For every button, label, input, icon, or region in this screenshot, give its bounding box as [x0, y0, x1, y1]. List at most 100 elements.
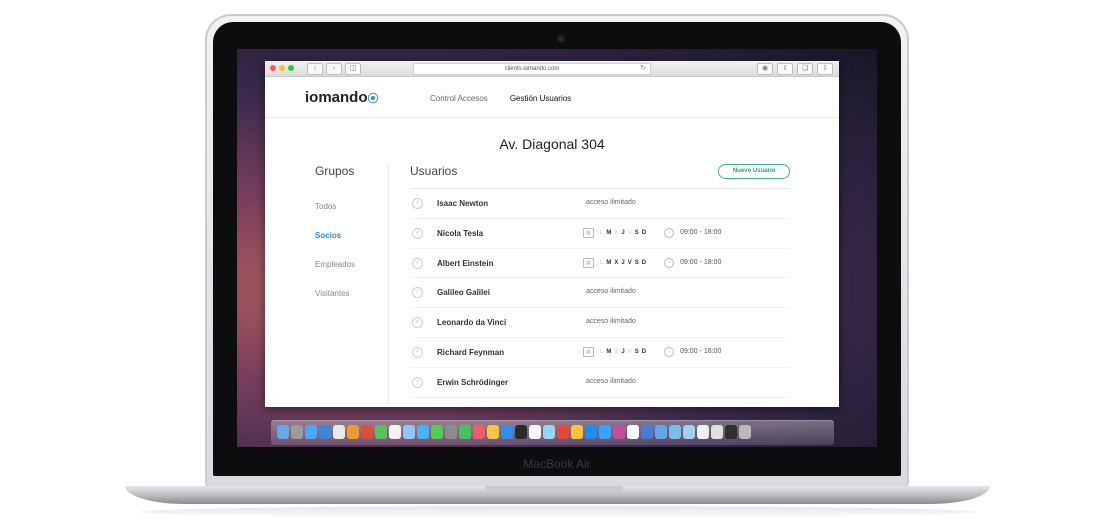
sidebar-divider	[388, 164, 389, 404]
check-icon[interactable]: ✓	[412, 198, 423, 209]
dock-app-icon[interactable]	[557, 425, 569, 439]
new-user-button[interactable]: Nuevo Usuario	[718, 164, 790, 179]
model-label: MacBook Air	[523, 457, 591, 471]
dock-app-icon[interactable]	[683, 425, 695, 439]
dock	[271, 420, 834, 445]
sidebar-title: Grupos	[315, 164, 355, 178]
dock-app-icon[interactable]	[445, 425, 457, 439]
minimize-window-button[interactable]	[279, 65, 285, 71]
dock-app-icon[interactable]	[473, 425, 485, 439]
check-icon[interactable]: ✓	[412, 257, 423, 269]
share-icon[interactable]: ⇧	[777, 63, 793, 75]
weekdays: LMXJVSD	[600, 260, 646, 266]
dock-app-icon[interactable]	[655, 425, 667, 439]
dock-app-icon[interactable]	[417, 425, 429, 439]
weekday-V: V	[627, 259, 632, 266]
nav-control-accesos[interactable]: Control Accesos	[430, 94, 488, 103]
user-name: Leonardo da Vinci	[437, 318, 507, 328]
desktop-screen: ‹ › ◫ clients.iomando.com ↻ ◉ ⇧ ❏ ⇩ ioma…	[237, 49, 877, 447]
dock-app-icon[interactable]	[389, 425, 401, 439]
camera	[556, 34, 566, 44]
dock-app-icon[interactable]	[347, 425, 359, 439]
dock-app-icon[interactable]	[543, 425, 555, 439]
groups-sidebar: Grupos Todos Socios Empleados Visitantes	[315, 164, 388, 308]
download-icon[interactable]: ⇩	[817, 63, 833, 75]
dock-app-icon[interactable]	[627, 425, 639, 439]
nav-gestion-usuarios[interactable]: Gestión Usuarios	[510, 94, 571, 103]
clock-icon: ◔	[664, 257, 675, 268]
close-window-button[interactable]	[270, 65, 276, 71]
calendar-icon: ▦	[583, 227, 594, 238]
weekday-M: M	[606, 259, 612, 266]
table-row[interactable]: ✓ Galileo Galilei acceso ilimitado	[410, 278, 790, 309]
user-name: Nicola Tesla	[437, 228, 484, 238]
dock-app-icon[interactable]	[669, 425, 681, 439]
dock-app-icon[interactable]	[319, 425, 331, 439]
weekday-V: V	[627, 229, 632, 236]
dock-app-icon[interactable]	[375, 425, 387, 439]
clock-icon: ◔	[664, 227, 675, 238]
weekday-L: L	[600, 259, 604, 266]
users-panel: Usuarios Nuevo Usuario ✓ Isaac Newton acce…	[410, 164, 790, 398]
schedule: ▦ L M X J V S D ◔ 09:00 - 18:00	[583, 227, 721, 238]
table-row[interactable]: ✓ Richard Feynman ▦ L M X J V S D ◔ 09:00 - 18:00	[410, 338, 790, 368]
dock-app-icon[interactable]	[361, 425, 373, 439]
dock-app-icon[interactable]	[585, 425, 597, 439]
weekday-S: S	[634, 348, 639, 355]
dock-app-icon[interactable]	[529, 425, 541, 439]
zoom-window-button[interactable]	[288, 65, 294, 71]
users-list: ✓ Isaac Newton acceso ilimitado ✓ Nicola Tes…	[410, 189, 790, 398]
weekday-J: J	[621, 259, 625, 266]
check-icon[interactable]: ✓	[412, 287, 423, 299]
weekdays: LMXJVSD	[600, 349, 646, 355]
browser-nav: ‹ › ◫	[307, 63, 361, 75]
schedule: ▦ L M X J V S D ◔ 09:00 - 18:00	[583, 346, 722, 357]
dock-app-icon[interactable]	[515, 425, 527, 439]
dock-app-icon[interactable]	[305, 425, 317, 439]
table-row[interactable]: ✓ Albert Einstein ▦ L M X J V S D ◔ 09:00 - 18:00	[410, 249, 790, 279]
sidebar-item-socios[interactable]: Socios	[315, 221, 388, 250]
weekdays: LMXJVSD	[600, 230, 646, 236]
table-row[interactable]: ✓ Leonardo da Vinci acceso ilimitado	[410, 308, 790, 338]
dock-app-icon[interactable]	[333, 425, 345, 439]
hours-range: 09:00 - 18:00	[680, 259, 722, 267]
forward-button[interactable]: ›	[326, 63, 342, 75]
extension-icon[interactable]: ◉	[757, 63, 773, 75]
user-name: Albert Einstein	[437, 258, 494, 268]
sidebar-item-visitantes[interactable]: Visitantes	[315, 279, 388, 308]
sidebar-toggle-icon[interactable]: ◫	[345, 63, 361, 75]
table-row[interactable]: ✓ Isaac Newton acceso ilimitado	[410, 189, 790, 219]
dock-app-icon[interactable]	[725, 425, 737, 439]
weekday-M: M	[606, 348, 612, 355]
dock-app-icon[interactable]	[599, 425, 611, 439]
dock-app-icon[interactable]	[487, 425, 499, 439]
check-icon[interactable]: ✓	[412, 317, 423, 329]
dock-app-icon[interactable]	[613, 425, 625, 439]
dock-app-icon[interactable]	[641, 425, 653, 439]
dock-app-icon[interactable]	[711, 425, 723, 439]
dock-app-icon[interactable]	[501, 425, 513, 439]
dock-app-icon[interactable]	[571, 425, 583, 439]
reload-icon[interactable]: ↻	[640, 64, 646, 74]
sidebar-item-todos[interactable]: Todos	[315, 192, 388, 221]
dock-app-icon[interactable]	[403, 425, 415, 439]
dock-app-icon[interactable]	[697, 425, 709, 439]
tabs-icon[interactable]: ❏	[797, 63, 813, 75]
dock-app-icon[interactable]	[739, 425, 751, 439]
back-button[interactable]: ‹	[307, 63, 323, 75]
dock-app-icon[interactable]	[459, 425, 471, 439]
logo[interactable]: iomando⦿	[305, 89, 379, 106]
dock-app-icon[interactable]	[431, 425, 443, 439]
check-icon[interactable]: ✓	[412, 376, 423, 388]
check-icon[interactable]: ✓	[412, 346, 423, 358]
url-bar[interactable]: clients.iomando.com ↻	[413, 63, 651, 75]
hours-range: 09:00 - 18:00	[680, 348, 722, 356]
users-header: Usuarios Nuevo Usuario	[410, 164, 790, 189]
browser-toolbar: ‹ › ◫ clients.iomando.com ↻ ◉ ⇧ ❏ ⇩	[265, 61, 839, 77]
check-icon[interactable]: ✓	[412, 227, 423, 239]
table-row[interactable]: ✓ Erwin Schrödinger acceso ilimitado	[410, 368, 790, 398]
dock-app-icon[interactable]	[291, 425, 303, 439]
table-row[interactable]: ✓ Nicola Tesla ▦ L M X J V S D ◔ 09:00 - 18:00	[410, 219, 790, 249]
dock-app-icon[interactable]	[277, 425, 289, 439]
sidebar-item-empleados[interactable]: Empleados	[315, 250, 388, 279]
